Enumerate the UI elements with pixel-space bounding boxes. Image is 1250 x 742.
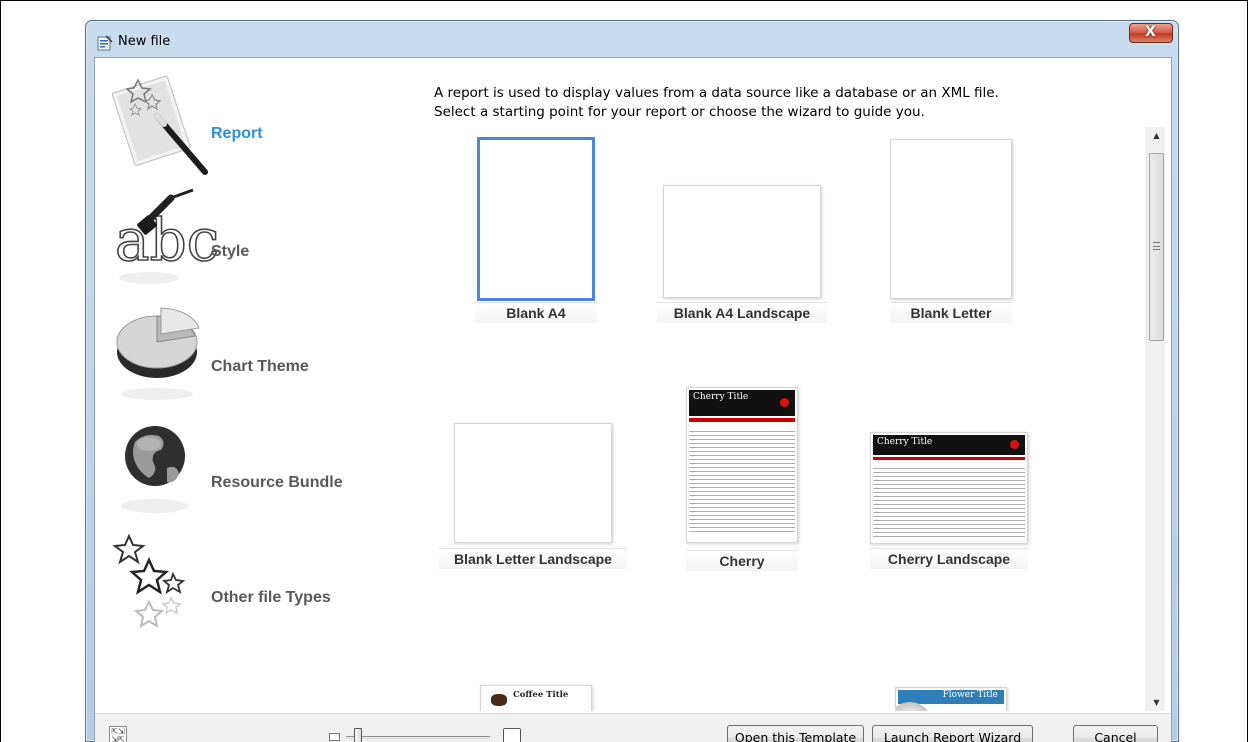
template-thumbnail	[477, 137, 595, 301]
description-line-2: Select a starting point for your report …	[434, 104, 925, 120]
dialog-content: Report abc Style Chart Theme Resource Bu…	[94, 57, 1172, 742]
title-bar[interactable]: New file X	[86, 21, 1178, 57]
sidebar-item-other-file-types[interactable]: Other file Types	[95, 524, 425, 639]
zoom-slider-track[interactable]	[346, 736, 490, 739]
flower-preview-title: Flower Title	[942, 690, 998, 700]
zoom-small-icon	[329, 733, 340, 741]
sidebar-item-style[interactable]: abc Style	[95, 176, 425, 291]
report-wand-icon	[111, 75, 208, 175]
scroll-down-arrow-icon[interactable]: ▼	[1147, 694, 1166, 711]
window-title: New file	[118, 34, 171, 49]
cherry-preview-title: Cherry Title	[693, 392, 749, 402]
cherry-header: Cherry Title	[689, 390, 795, 416]
pie-chart-icon	[116, 307, 200, 400]
template-gallery: Blank A4 Blank A4 Landscape Blank Letter…	[434, 127, 1144, 711]
app-icon	[97, 35, 113, 51]
category-sidebar: Report abc Style Chart Theme Resource Bu…	[95, 58, 425, 713]
sidebar-item-label: Chart Theme	[211, 358, 309, 375]
cherry-table-lines	[873, 465, 1025, 539]
cherry-icon	[780, 398, 789, 407]
template-thumbnail: Flower Title	[895, 687, 1007, 711]
sidebar-item-resource-bundle[interactable]: Resource Bundle	[95, 408, 425, 523]
template-thumbnail: Cherry Title	[686, 387, 798, 543]
fit-view-icon[interactable]: ⇱⇲ ⇲⇱	[109, 726, 127, 742]
sidebar-item-label: Report	[211, 125, 263, 142]
template-label: Blank A4	[475, 302, 597, 323]
flower-table-lines	[938, 708, 1002, 711]
sidebar-item-label: Style	[211, 243, 250, 260]
cherry-landscape-header: Cherry Title	[873, 435, 1025, 455]
launch-report-wizard-button[interactable]: Launch Report Wizard	[872, 725, 1033, 742]
coffee-beans-icon	[491, 694, 507, 706]
template-thumbnail	[454, 423, 612, 543]
template-label: Blank Letter	[890, 302, 1012, 323]
zoom-slider[interactable]	[329, 726, 529, 742]
vertical-scrollbar[interactable]: ▲ ▼	[1146, 127, 1165, 711]
coffee-preview-title: Coffee Title	[513, 690, 569, 700]
close-button[interactable]: X	[1129, 23, 1173, 43]
cherry-band	[689, 418, 795, 422]
scrollbar-thumb[interactable]	[1149, 153, 1164, 341]
scroll-up-arrow-icon[interactable]: ▲	[1147, 127, 1166, 144]
stars-icon	[112, 533, 186, 629]
cherry-icon	[1010, 440, 1019, 449]
sidebar-item-chart-theme[interactable]: Chart Theme	[95, 292, 425, 407]
sidebar-item-label: Resource Bundle	[211, 474, 343, 491]
template-label: Cherry	[686, 550, 798, 571]
sidebar-item-label: Other file Types	[211, 589, 331, 606]
cancel-button[interactable]: Cancel	[1073, 725, 1158, 742]
template-label: Blank Letter Landscape	[439, 548, 627, 569]
style-abc-brush-icon: abc	[114, 188, 219, 284]
zoom-large-icon	[503, 728, 521, 742]
close-icon: X	[1145, 24, 1156, 40]
template-label: Blank A4 Landscape	[657, 302, 827, 323]
globe-icon	[121, 426, 189, 513]
grip-icon	[1153, 242, 1160, 250]
cherry-landscape-preview-title: Cherry Title	[877, 437, 933, 447]
template-thumbnail: Coffee Title	[480, 685, 592, 711]
svg-text:abc: abc	[115, 206, 219, 274]
template-thumbnail	[663, 185, 821, 298]
zoom-slider-knob[interactable]	[354, 728, 362, 742]
dialog-footer: ⇱⇲ ⇲⇱ Open this Template Launch Report Wi…	[95, 713, 1171, 742]
template-label: Cherry Landscape	[870, 548, 1028, 569]
sidebar-item-report[interactable]: Report	[95, 58, 425, 175]
template-thumbnail: Cherry Title	[870, 432, 1028, 544]
new-file-dialog: New file X Report abc Style Chart Theme …	[85, 20, 1179, 742]
template-thumbnail	[890, 139, 1012, 299]
cherry-table-lines	[689, 428, 795, 534]
cherry-band	[873, 457, 1025, 460]
description-line-1: A report is used to display values from …	[434, 85, 999, 101]
open-template-button[interactable]: Open this Template	[727, 725, 864, 742]
description-text: A report is used to display values from …	[434, 84, 999, 122]
